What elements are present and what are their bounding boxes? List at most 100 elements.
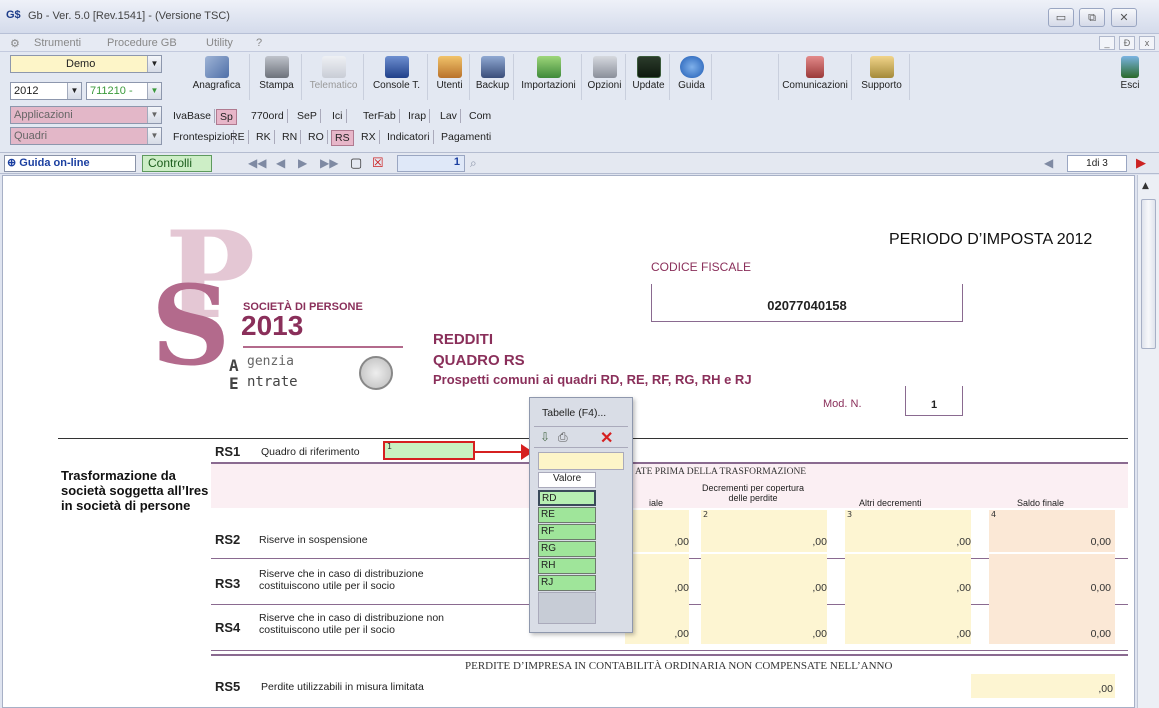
toolbar: Demo ▼ 2012 ▼ 711210 - ▼ Applicazioni ▼ Quad… <box>0 52 1159 152</box>
amount-field[interactable]: ,00 <box>625 510 689 552</box>
maximize-button[interactable]: ⧉ <box>1079 8 1105 27</box>
tab-com[interactable]: Com <box>466 109 494 123</box>
tab-re[interactable]: RE <box>227 130 249 144</box>
quadri-combo[interactable]: Quadri ▼ <box>10 127 162 145</box>
tab-ro[interactable]: RO <box>305 130 328 144</box>
tab-sp[interactable]: Sp <box>216 109 237 125</box>
col-saldo: Saldo finale <box>1017 498 1065 508</box>
next-page-icon[interactable]: ▶ <box>298 156 307 170</box>
menu-help[interactable]: ? <box>256 37 262 49</box>
communications-icon <box>806 56 824 78</box>
tab-sep[interactable]: SeP <box>294 109 321 123</box>
amount-field[interactable]: ,00 <box>701 554 827 598</box>
tab-lav[interactable]: Lav <box>437 109 461 123</box>
anagrafica-button[interactable]: Anagrafica <box>184 54 250 100</box>
popup-value-row[interactable]: RE <box>538 507 596 523</box>
column-number: 2 <box>703 510 709 519</box>
vertical-scrollbar[interactable]: ▲ <box>1137 175 1159 708</box>
mod-n-value[interactable]: 1 <box>906 399 962 411</box>
popup-filter-input[interactable] <box>538 452 624 470</box>
menu-strumenti[interactable]: Strumenti <box>34 37 81 49</box>
amount-field[interactable]: 0,00 <box>989 598 1115 644</box>
tab-indicatori[interactable]: Indicatori <box>384 130 434 144</box>
popup-value-row[interactable]: RJ <box>538 575 596 591</box>
mod-n-label: Mod. N. <box>823 398 862 410</box>
amount-field[interactable]: ,00 <box>845 598 971 644</box>
mdi-restore-button[interactable]: Ɖ <box>1119 36 1135 50</box>
page-next-arrow-icon[interactable]: ▶ <box>1136 155 1146 171</box>
last-page-icon[interactable]: ▶▶ <box>320 156 338 170</box>
controlli-button[interactable]: Controlli <box>142 155 212 172</box>
close-popup-icon[interactable]: ✕ <box>600 428 613 448</box>
scroll-up-icon[interactable]: ▲ <box>1142 181 1149 191</box>
tab-terfab[interactable]: TerFab <box>360 109 400 123</box>
tab-770ord[interactable]: 770ord <box>248 109 288 123</box>
year-combo[interactable]: 2012 ▼ <box>10 82 82 100</box>
export-icon[interactable]: ⇩ <box>540 430 550 444</box>
rs5-field[interactable]: ,00 <box>971 674 1115 698</box>
mdi-minimize-button[interactable]: _ <box>1099 36 1115 50</box>
popup-value-row[interactable]: RF <box>538 524 596 540</box>
menu-bar: ⚙ Strumenti Procedure GB Utility ? _ Ɖ x <box>0 34 1159 52</box>
update-button[interactable]: Update <box>628 54 670 100</box>
popup-value-row[interactable]: RG <box>538 541 596 557</box>
amount-field[interactable]: 0,00 <box>989 554 1115 598</box>
title-bar: G$ Gb - Ver. 5.0 [Rev.1541] - (Versione … <box>0 0 1159 34</box>
opzioni-button[interactable]: Opzioni <box>584 54 626 100</box>
amount-field[interactable]: ,00 <box>701 598 827 644</box>
tab-irap[interactable]: Irap <box>405 109 431 123</box>
redditi-label: REDDITI <box>433 331 493 348</box>
tab-frontespizio[interactable]: Frontespizio <box>170 130 235 144</box>
rs1-quadro-field[interactable]: 1 <box>383 441 475 460</box>
popup-value-row[interactable]: RD <box>538 490 596 506</box>
amount-field[interactable]: ,00 <box>625 554 689 598</box>
utenti-button[interactable]: Utenti <box>430 54 470 100</box>
menu-procedure-gb[interactable]: Procedure GB <box>107 37 177 49</box>
delete-page-icon[interactable]: ☒ <box>372 155 384 171</box>
mdi-close-button[interactable]: x <box>1139 36 1155 50</box>
tab-pagamenti[interactable]: Pagamenti <box>438 130 494 144</box>
tab-rs[interactable]: RS <box>331 130 354 146</box>
tab-ici[interactable]: Ici <box>329 109 347 123</box>
stampa-button[interactable]: Stampa <box>252 54 302 100</box>
close-window-button[interactable]: ✕ <box>1111 8 1137 27</box>
first-page-icon[interactable]: ◀◀ <box>248 156 266 170</box>
menu-utility[interactable]: Utility <box>206 37 233 49</box>
codice-fiscale-box: 02077040158 <box>651 284 963 322</box>
amount-field[interactable]: 4 0,00 <box>989 510 1115 552</box>
minimize-button[interactable]: ▭ <box>1048 8 1074 27</box>
new-page-icon[interactable]: ▢ <box>350 155 362 171</box>
tab-rn[interactable]: RN <box>279 130 302 144</box>
importazioni-button[interactable]: Importazioni <box>516 54 582 100</box>
scroll-thumb[interactable] <box>1141 199 1156 349</box>
applicazioni-combo[interactable]: Applicazioni ▼ <box>10 106 162 124</box>
tab-rk[interactable]: RK <box>253 130 275 144</box>
perdite-divider <box>211 654 1128 656</box>
backup-icon <box>480 56 505 78</box>
telematico-button[interactable]: Telematico <box>304 54 364 100</box>
tab-rx[interactable]: RX <box>358 130 380 144</box>
search-page-icon[interactable]: ⌕ <box>470 156 477 171</box>
codice-fiscale-value[interactable]: 02077040158 <box>652 298 962 313</box>
print-icon[interactable]: ⎙ <box>558 430 568 445</box>
page-prev-arrow-icon[interactable]: ◀ <box>1044 156 1053 170</box>
popup-value-row[interactable]: RH <box>538 558 596 574</box>
user-combo[interactable]: Demo ▼ <box>10 55 162 73</box>
guida-online-button[interactable]: ⊕ Guida on-line <box>4 155 136 172</box>
tab-ivabase[interactable]: IvaBase <box>170 109 215 123</box>
code-combo[interactable]: 711210 - ▼ <box>86 82 162 100</box>
menu-settings-icon[interactable]: ⚙ <box>10 37 20 50</box>
comunicazioni-button[interactable]: Comunicazioni <box>778 54 852 100</box>
amount-field[interactable]: ,00 <box>845 554 971 598</box>
console-icon <box>384 56 409 78</box>
amount-field[interactable]: 3,00 <box>845 510 971 552</box>
console-button[interactable]: Console T. <box>366 54 428 100</box>
amount-field[interactable]: 2,00 <box>701 510 827 552</box>
prev-page-icon[interactable]: ◀ <box>276 156 285 170</box>
guida-button[interactable]: Guida <box>672 54 712 100</box>
backup-button[interactable]: Backup <box>472 54 514 100</box>
supporto-button[interactable]: Supporto <box>854 54 910 100</box>
esci-button[interactable]: Esci <box>1112 54 1148 100</box>
amount-field[interactable]: ,00 <box>625 598 689 644</box>
page-number-field[interactable]: 1 <box>397 155 465 172</box>
